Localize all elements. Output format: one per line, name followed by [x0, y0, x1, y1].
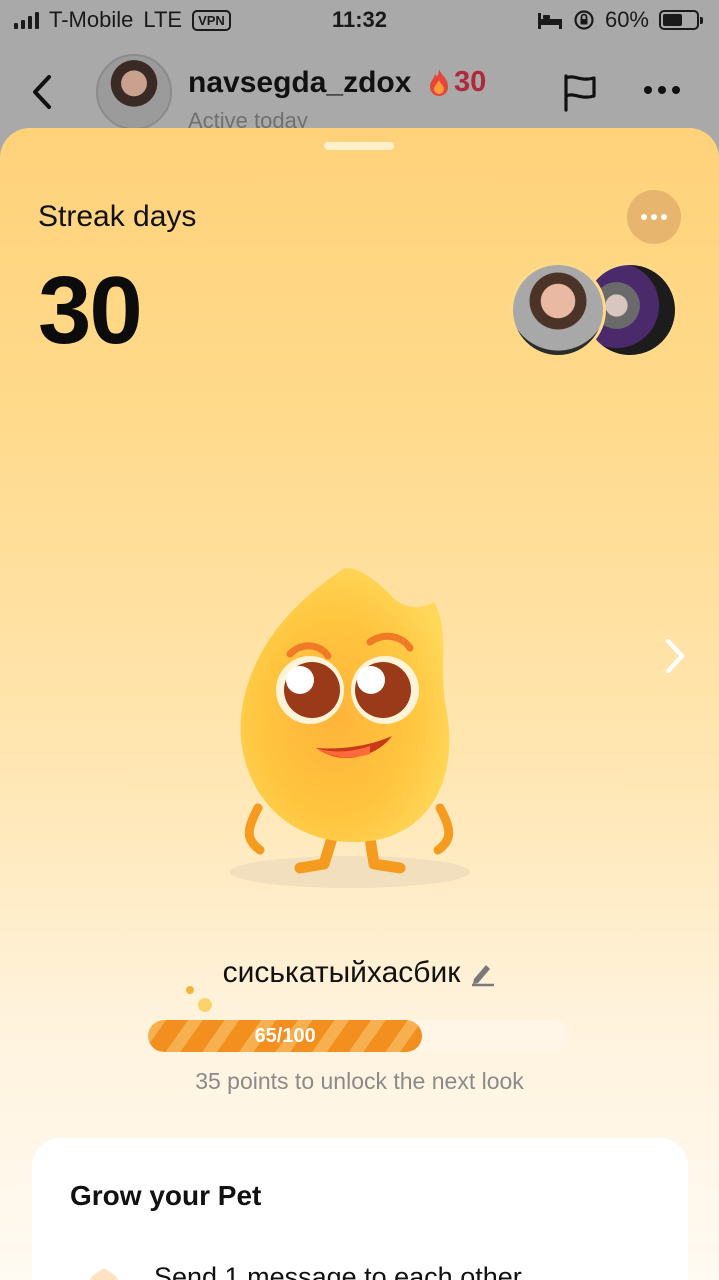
- rotation-lock-icon: [574, 10, 594, 30]
- progress-text: 65/100: [254, 1024, 316, 1047]
- task-send-message: Send 1 message to each other: [154, 1262, 522, 1280]
- screen: T-Mobile LTE VPN 11:32 60% navsegda_zdox: [0, 0, 719, 1280]
- edit-pencil-icon[interactable]: [468, 959, 496, 987]
- chat-header: navsegda_zdox 30 Active today: [0, 44, 719, 134]
- fire-icon: [430, 68, 448, 96]
- battery-percent: 60%: [604, 7, 649, 32]
- pet-character[interactable]: [220, 568, 490, 898]
- flag-icon[interactable]: [560, 72, 600, 112]
- streak-days-number: 30: [38, 257, 143, 364]
- battery-icon: [659, 10, 703, 30]
- pet-name-row[interactable]: сиськатыйхасбик: [0, 956, 719, 990]
- grow-pet-card: Grow your Pet Send 1 message to each oth…: [32, 1138, 688, 1280]
- message-task-icon: [90, 1268, 118, 1280]
- status-bar: T-Mobile LTE VPN 11:32 60%: [0, 0, 719, 40]
- streak-badge: 30: [426, 66, 486, 99]
- streak-sheet: Streak days 30 сиськатыйхасбик 65/100 35…: [0, 128, 719, 1280]
- more-options-button[interactable]: [644, 86, 680, 94]
- sparkle-dot: [198, 998, 212, 1012]
- next-pet-arrow[interactable]: [660, 636, 690, 676]
- contact-username[interactable]: navsegda_zdox: [188, 66, 411, 100]
- contact-avatar[interactable]: [96, 54, 172, 130]
- back-button[interactable]: [28, 74, 58, 110]
- grow-pet-title: Grow your Pet: [70, 1180, 262, 1211]
- my-avatar: [510, 262, 606, 358]
- sheet-grabber[interactable]: [324, 142, 394, 150]
- streak-days-label: Streak days: [38, 200, 197, 233]
- participant-avatars: [510, 262, 680, 358]
- bed-icon: [537, 13, 562, 29]
- unlock-hint: 35 points to unlock the next look: [195, 1068, 524, 1094]
- pet-name: сиськатыйхасбик: [222, 956, 461, 989]
- sheet-more-button[interactable]: [627, 190, 681, 244]
- pet-progress-bar: 65/100: [148, 1020, 570, 1052]
- streak-badge-count: 30: [454, 66, 487, 98]
- status-right: 60%: [537, 7, 703, 33]
